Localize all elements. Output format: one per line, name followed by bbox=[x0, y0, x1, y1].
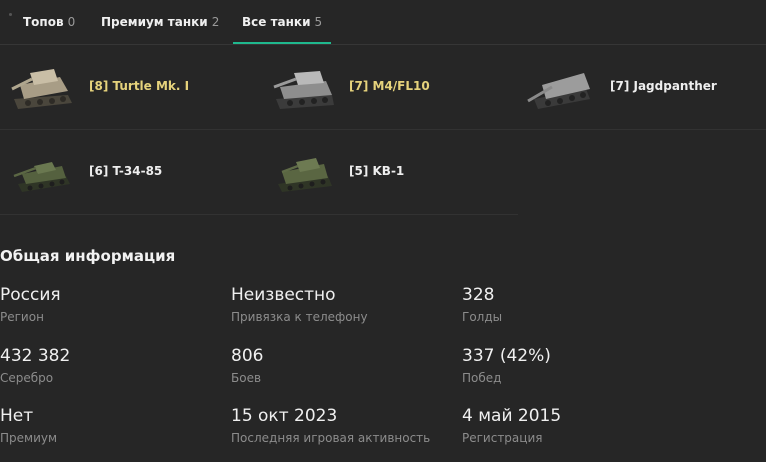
stat-value: 432 382 bbox=[0, 346, 71, 366]
stat-phone-binding: Неизвестно Привязка к телефону bbox=[231, 285, 368, 324]
stat-value: 806 bbox=[231, 346, 264, 366]
stat-gold: 328 Голды bbox=[462, 285, 502, 324]
tab-premium-count: 2 bbox=[211, 15, 220, 29]
stat-region: Россия Регион bbox=[0, 285, 61, 324]
stat-registration: 4 май 2015 Регистрация bbox=[462, 406, 561, 445]
tab-premium-tanks[interactable]: Премиум танки 2 bbox=[101, 0, 219, 44]
tank-name: [8] Turtle Mk. I bbox=[89, 79, 190, 93]
stat-label: Премиум bbox=[0, 431, 58, 445]
tab-top[interactable]: Топов 0 bbox=[23, 0, 75, 44]
stat-value: 337 (42%) bbox=[462, 346, 551, 366]
tank-name: [6] T-34-85 bbox=[89, 164, 163, 178]
tank-card-turtle[interactable]: [8] Turtle Mk. I bbox=[8, 45, 258, 129]
tank-filter-tabs: Топов 0 Премиум танки 2 Все танки 5 bbox=[0, 0, 766, 45]
tank-m4-icon bbox=[273, 71, 334, 109]
stat-label: Регион bbox=[0, 310, 44, 324]
tank-list: [8] Turtle Mk. I [7] M4/FL10 [7] Jagdpan… bbox=[0, 45, 766, 215]
tank-t34-icon bbox=[13, 162, 70, 192]
tank-name: [7] Jagdpanther bbox=[610, 79, 717, 93]
stat-label: Регистрация bbox=[462, 431, 543, 445]
stat-label: Побед bbox=[462, 371, 502, 385]
stat-silver: 432 382 Серебро bbox=[0, 346, 70, 385]
tank-card-jagdpanther[interactable]: [7] Jagdpanther bbox=[526, 45, 766, 129]
stat-label: Привязка к телефону bbox=[231, 310, 368, 324]
stat-value: Неизвестно bbox=[231, 285, 336, 305]
tab-top-label: Топов bbox=[23, 15, 64, 29]
tank-row: [6] T-34-85 [5] KB-1 bbox=[0, 130, 518, 215]
tab-all-count: 5 bbox=[314, 15, 323, 29]
tab-top-count: 0 bbox=[67, 15, 76, 29]
stat-value: 4 май 2015 bbox=[462, 406, 562, 426]
section-title: Общая информация bbox=[0, 247, 176, 265]
tank-card-m4-fl10[interactable]: [7] M4/FL10 bbox=[270, 45, 520, 129]
stat-value: 15 окт 2023 bbox=[231, 406, 338, 426]
tank-name: [5] KB-1 bbox=[349, 164, 405, 178]
stat-last-activity: 15 окт 2023 Последняя игровая активность bbox=[231, 406, 430, 445]
tank-jagdpanther-icon bbox=[527, 73, 590, 109]
stat-label: Серебро bbox=[0, 371, 54, 385]
tab-all-tanks[interactable]: Все танки 5 bbox=[232, 0, 332, 44]
stat-label: Последняя игровая активность bbox=[231, 431, 431, 445]
stat-label: Голды bbox=[462, 310, 503, 324]
stat-value: Россия bbox=[0, 285, 61, 305]
tank-kb1-icon bbox=[278, 158, 332, 192]
stat-label: Боев bbox=[231, 371, 262, 385]
tank-name: [7] M4/FL10 bbox=[349, 79, 430, 93]
tank-turtle-icon bbox=[11, 69, 72, 109]
tank-card-kb-1[interactable]: [5] KB-1 bbox=[270, 130, 518, 214]
stat-value: Нет bbox=[0, 406, 34, 426]
stat-value: 328 bbox=[462, 285, 495, 305]
stat-premium: Нет Премиум bbox=[0, 406, 57, 445]
tank-row: [8] Turtle Mk. I [7] M4/FL10 [7] Jagdpan… bbox=[0, 45, 766, 130]
stat-battles: 806 Боев bbox=[231, 346, 263, 385]
stat-wins: 337 (42%) Побед bbox=[462, 346, 551, 385]
decor-dot bbox=[9, 13, 12, 16]
tab-all-label: Все танки bbox=[242, 15, 311, 29]
tank-card-t-34-85[interactable]: [6] T-34-85 bbox=[8, 130, 258, 214]
tab-premium-label: Премиум танки bbox=[101, 15, 208, 29]
